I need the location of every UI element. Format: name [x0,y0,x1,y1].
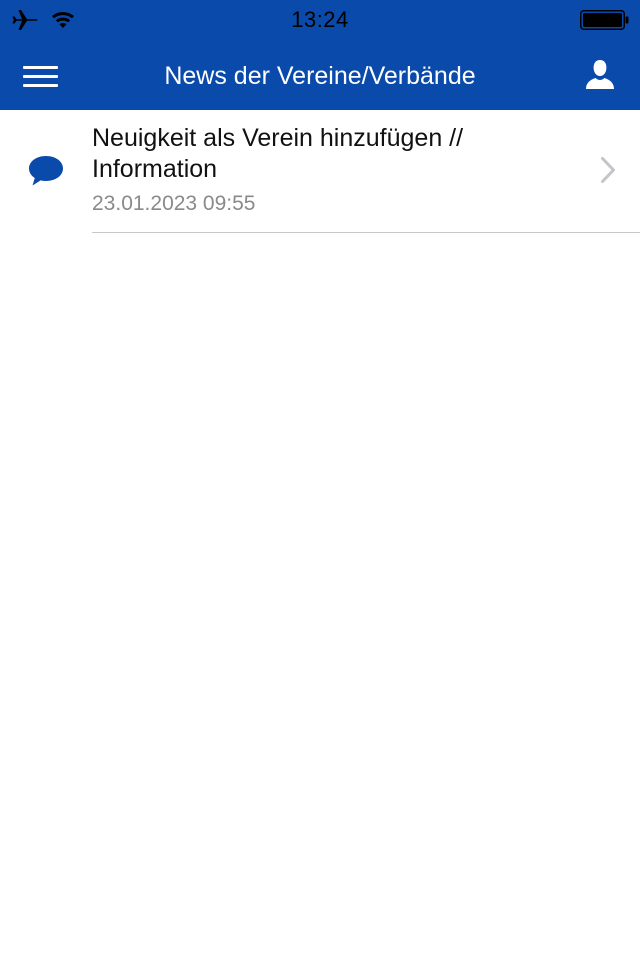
status-time: 13:24 [291,7,349,32]
header: 13:24 News der Vereine/Verbände [0,0,640,110]
user-icon [586,60,614,89]
news-title: Neuigkeit als Verein hinzufügen // Infor… [92,124,464,183]
navigation-bar: News der Vereine/Verbände [0,40,640,110]
news-date: 23.01.2023 09:55 [92,192,256,215]
battery-icon [580,10,629,30]
list-item[interactable]: Neuigkeit als Verein hinzufügen // Infor… [0,110,640,233]
menu-button[interactable] [20,60,62,92]
status-bar: 13:24 [0,0,640,40]
chevron-right-icon [601,157,615,183]
profile-button[interactable] [584,58,616,92]
chat-bubble-icon [29,156,63,186]
page-title: News der Vereine/Verbände [164,62,476,90]
news-list: Neuigkeit als Verein hinzufügen // Infor… [0,110,640,233]
list-divider [92,232,640,233]
